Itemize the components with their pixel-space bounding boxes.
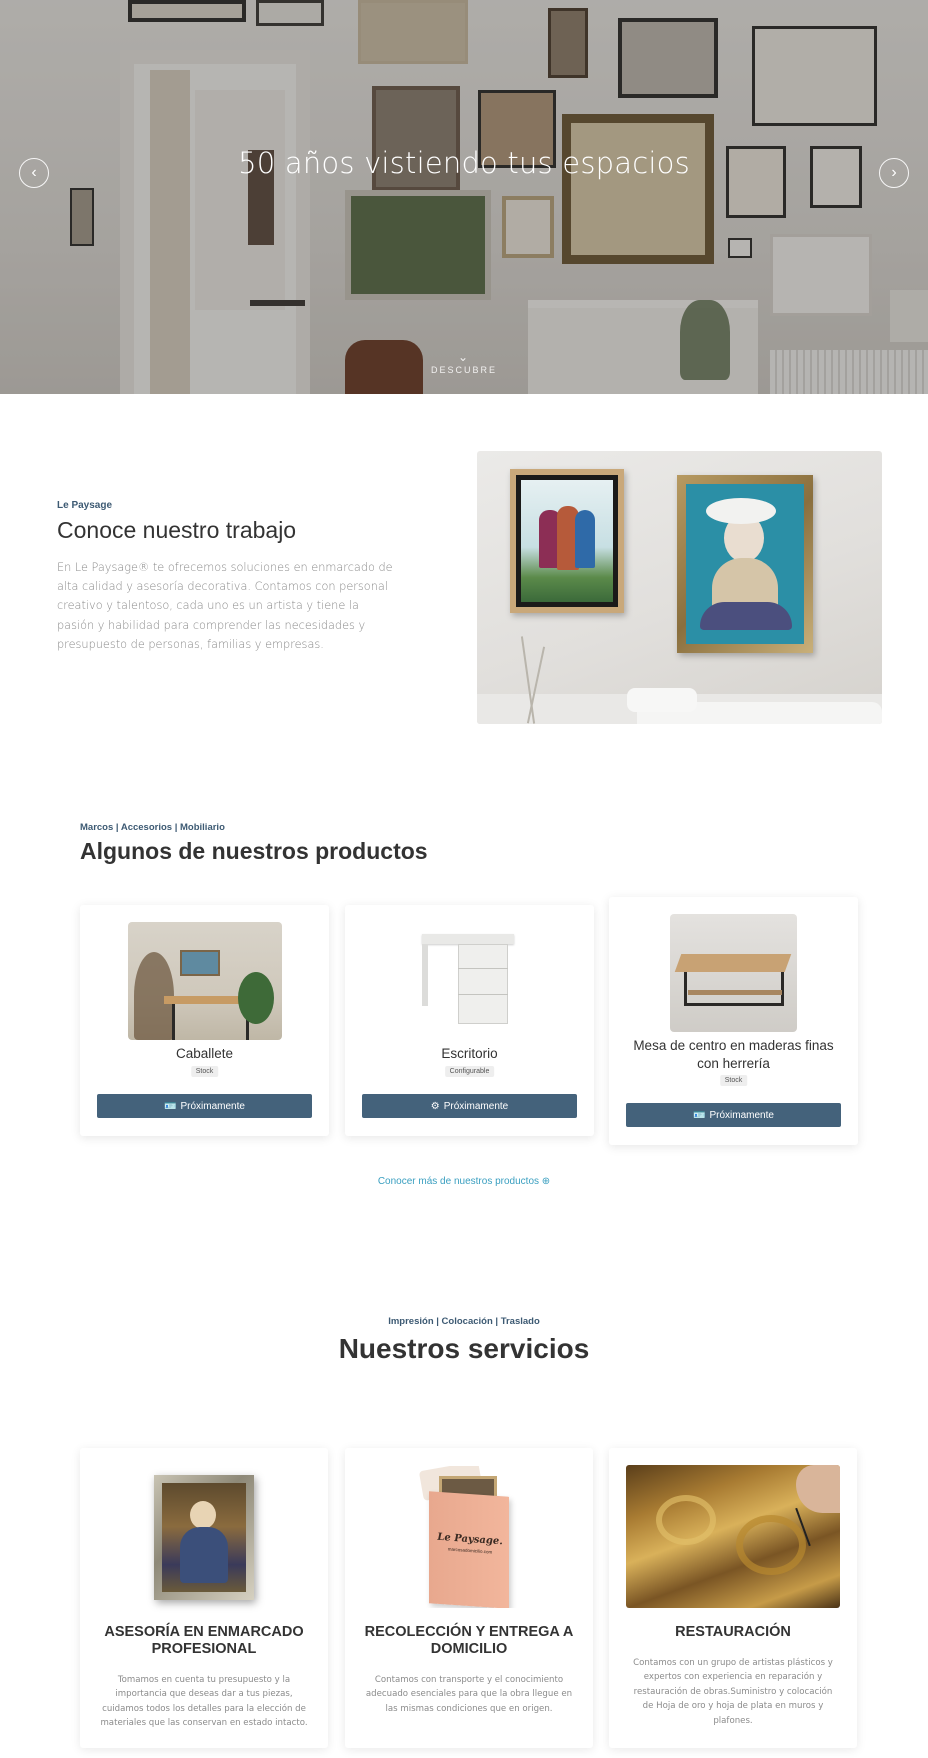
box-brand-text: Le Paysage. [437, 1531, 503, 1548]
button-label: Próximamente [443, 1100, 509, 1112]
service-card: Le Paysage. marcosadomicilio.com RECOLEC… [345, 1448, 593, 1748]
discover-label: DESCUBRE [430, 365, 497, 375]
more-products-label: Conocer más de nuestros productos [377, 1176, 540, 1187]
button-label: Próximamente [180, 1100, 245, 1112]
proximamente-button[interactable]: 🪪 Próximamente [626, 1103, 841, 1127]
service-title: RESTAURACIÓN [675, 1624, 791, 1640]
service-title: RECOLECCIÓN Y ENTREGA A DOMICILIO [364, 1624, 574, 1657]
service-card: ASESORÍA EN ENMARCADO PROFESIONAL Tomamo… [80, 1448, 328, 1748]
product-status-badge: Configurable [444, 1066, 495, 1077]
about-description: En Le Paysage® te ofrecemos soluciones e… [57, 561, 393, 651]
box-sub-text: marcosadomicilio.com [447, 1546, 493, 1555]
more-products-link[interactable]: Conocer más de nuestros productos ⊕ [0, 1176, 928, 1187]
products-title: Algunos de nuestros productos [80, 838, 428, 864]
hero-carousel: ‹ 50 años vistiendo tus espacios › ⌄ DES… [0, 0, 928, 394]
about-title: Conoce nuestro trabajo [57, 517, 297, 543]
service-description: Tomamos en cuenta tu presupuesto y la im… [100, 1675, 308, 1729]
products-eyebrow: Marcos | Accesorios | Mobiliario [80, 822, 225, 833]
card-icon: 🪪 [693, 1109, 706, 1121]
services-eyebrow: Impresión | Colocación | Traslado [388, 1316, 540, 1327]
hero-overlay [0, 0, 928, 394]
service-description: Contamos con un grupo de artistas plásti… [633, 1658, 833, 1726]
service-image [154, 1475, 254, 1600]
product-image [670, 914, 797, 1032]
card-icon: 🪪 [164, 1100, 177, 1112]
product-name: Mesa de centro en maderas finas con herr… [633, 1038, 834, 1071]
proximamente-button[interactable]: ⚙ Próximamente [362, 1094, 577, 1118]
chevron-down-icon: ⌄ [457, 350, 471, 364]
button-label: Próximamente [709, 1109, 774, 1121]
product-image [128, 922, 282, 1040]
product-name: Escritorio [441, 1046, 498, 1061]
chevron-right-icon: › [891, 164, 897, 181]
plus-circle-icon: ⊕ [541, 1176, 551, 1187]
product-status-badge: Stock [190, 1066, 219, 1077]
product-name: Caballete [175, 1046, 234, 1061]
carousel-next-button[interactable]: › [879, 158, 909, 188]
product-card[interactable]: Mesa de centro en maderas finas con herr… [609, 897, 858, 1145]
discover-link[interactable]: ⌄ DESCUBRE [0, 350, 928, 375]
proximamente-button[interactable]: 🪪 Próximamente [97, 1094, 312, 1118]
service-image [626, 1465, 840, 1608]
about-image [477, 451, 882, 724]
services-title: Nuestros servicios [338, 1333, 590, 1364]
service-title: ASESORÍA EN ENMARCADO PROFESIONAL [104, 1624, 304, 1657]
service-description: Contamos con transporte y el conocimient… [365, 1675, 573, 1714]
about-eyebrow: Le Paysage [57, 500, 113, 511]
gear-icon: ⚙ [430, 1100, 440, 1112]
service-card: RESTAURACIÓN Contamos con un grupo de ar… [609, 1448, 857, 1748]
hero-title: 50 años vistiendo tus espacios [238, 146, 690, 180]
service-image: Le Paysage. marcosadomicilio.com [415, 1466, 523, 1608]
product-card[interactable]: Caballete Stock 🪪 Próximamente [80, 905, 329, 1136]
product-status-badge: Stock [719, 1075, 748, 1086]
product-card[interactable]: Escritorio Configurable ⚙ Próximamente [345, 905, 594, 1136]
product-image [412, 922, 527, 1040]
